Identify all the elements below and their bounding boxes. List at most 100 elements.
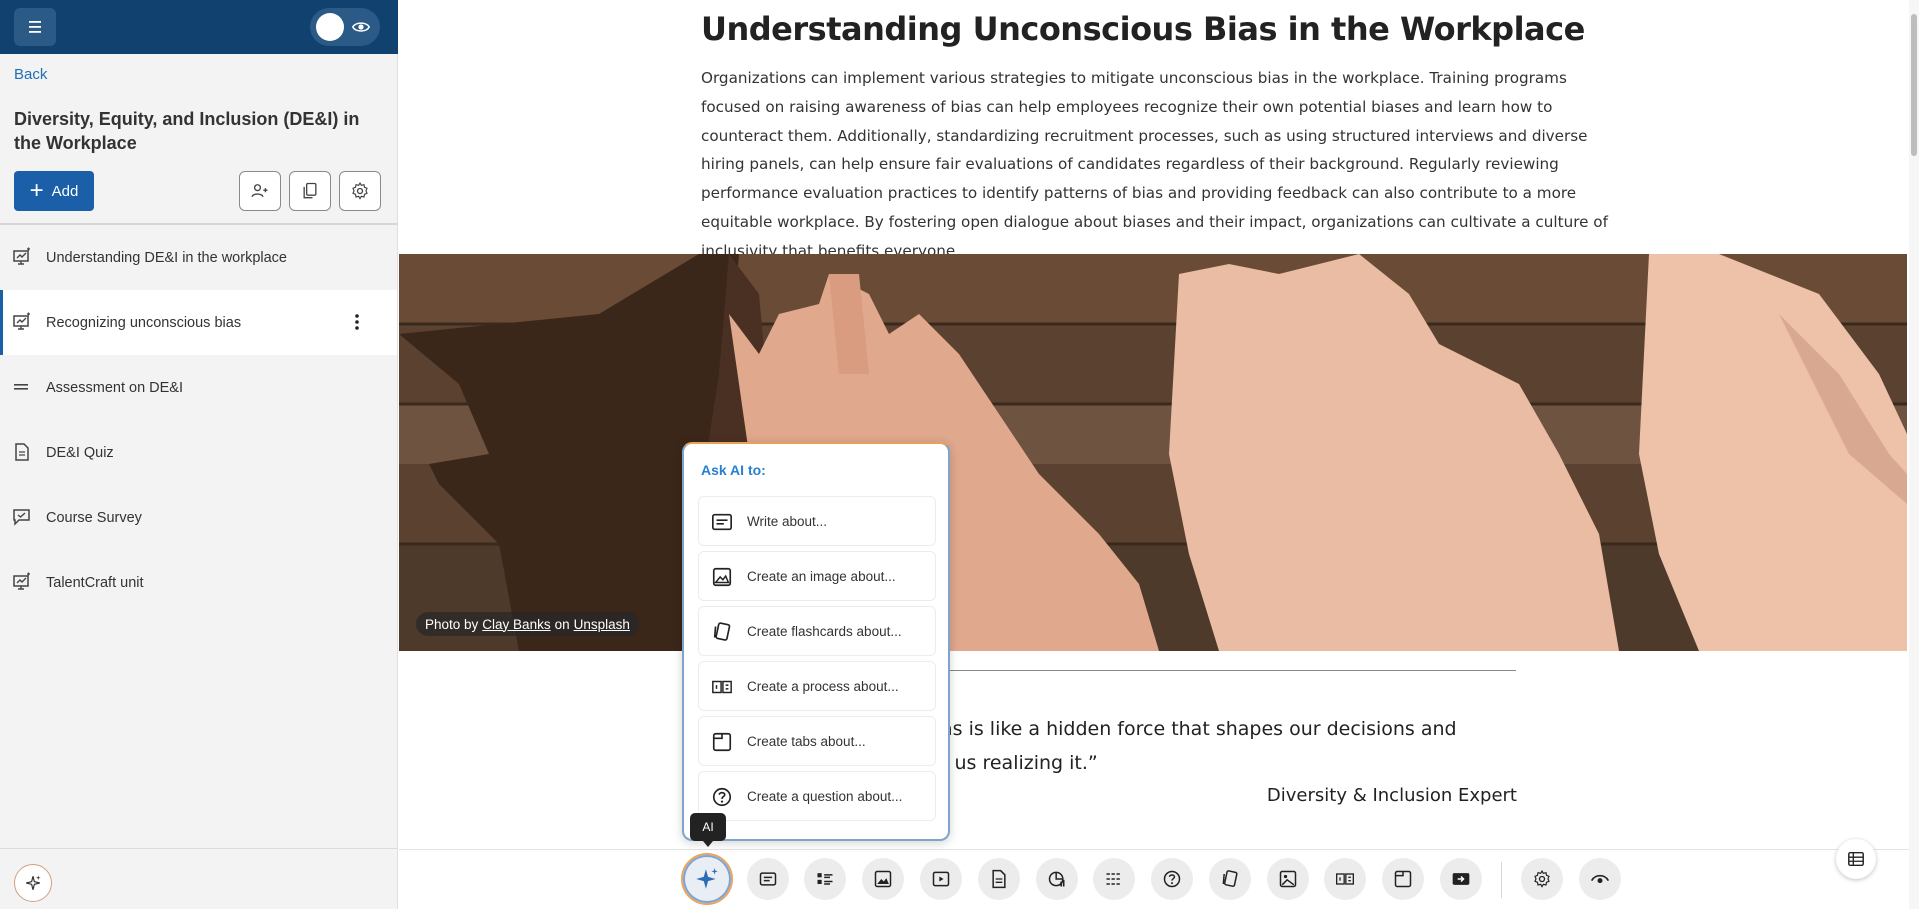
process-icon <box>1336 873 1354 885</box>
ai-option-image[interactable]: Create an image about... <box>698 551 936 601</box>
body-paragraph[interactable]: Organizations can implement various stra… <box>701 64 1611 266</box>
block-settings-button[interactable] <box>1521 858 1563 900</box>
list-icon <box>1848 851 1864 867</box>
sidebar-item-label: Assessment on DE&I <box>46 379 183 396</box>
survey-icon <box>13 509 30 526</box>
text-icon <box>712 513 732 531</box>
assessment-icon <box>14 384 28 390</box>
eye-icon <box>352 22 370 32</box>
process-block-button[interactable] <box>1324 858 1366 900</box>
video-block-button[interactable] <box>920 858 962 900</box>
question-icon <box>1163 870 1181 888</box>
collaborators-button[interactable] <box>239 171 281 211</box>
copy-button[interactable] <box>289 171 331 211</box>
plus-icon: + <box>29 177 44 204</box>
copy-icon <box>303 182 317 199</box>
preview-toggle[interactable] <box>310 8 380 46</box>
image-block-button[interactable] <box>862 858 904 900</box>
back-link[interactable]: Back <box>14 66 47 83</box>
chart-icon <box>1048 871 1065 887</box>
text-block-button[interactable] <box>747 858 789 900</box>
toggle-knob <box>316 13 344 41</box>
users-icon <box>251 184 268 198</box>
document-icon <box>15 443 29 461</box>
hamburger-icon <box>29 21 41 33</box>
presentation-icon <box>13 312 30 330</box>
ask-ai-title: Ask AI to: <box>701 462 766 478</box>
chart-block-button[interactable] <box>1036 858 1078 900</box>
divider-icon <box>1106 873 1122 885</box>
ai-block-button[interactable] <box>681 853 733 905</box>
ai-assistant-button[interactable] <box>14 864 52 902</box>
flashcards-icon <box>713 622 731 641</box>
sidebar-item-survey[interactable]: Course Survey <box>0 485 397 550</box>
ai-option-label: Create a question about... <box>747 788 903 804</box>
credit-site-link[interactable]: Unsplash <box>574 617 630 632</box>
add-button[interactable]: + Add <box>14 171 94 211</box>
document-block-button[interactable] <box>978 858 1020 900</box>
sidebar-item-recognizing-bias[interactable]: Recognizing unconscious bias <box>0 290 397 355</box>
image-icon <box>712 567 732 587</box>
preview-button[interactable] <box>1579 858 1621 900</box>
flashcards-block-button[interactable] <box>1209 858 1251 900</box>
hero-image[interactable]: Photo by Clay Banks on Unsplash <box>399 254 1907 651</box>
ai-option-process[interactable]: Create a process about... <box>698 661 936 711</box>
settings-button[interactable] <box>339 171 381 211</box>
lesson-content: Understanding Unconscious Bias in the Wo… <box>399 0 1907 909</box>
quote-author[interactable]: Diversity & Inclusion Expert <box>1267 785 1517 806</box>
ai-option-question[interactable]: Create a question about... <box>698 771 936 821</box>
ai-option-label: Create an image about... <box>747 568 896 584</box>
sidebar-item-talentcraft[interactable]: TalentCraft unit <box>0 550 397 615</box>
list-block-button[interactable] <box>804 858 846 900</box>
credit-prefix: Photo by <box>425 616 479 632</box>
sidebar-bottom-divider <box>0 848 398 849</box>
presentation-icon <box>13 572 30 590</box>
toolbar-separator <box>1501 862 1502 898</box>
question-icon <box>712 787 732 807</box>
sidebar-item-label: TalentCraft unit <box>46 574 144 591</box>
sections-list-button[interactable] <box>1836 839 1876 879</box>
tabs-icon <box>1394 870 1412 888</box>
divider-block-button[interactable] <box>1093 858 1135 900</box>
course-title: Diversity, Equity, and Inclusion (DE&I) … <box>14 109 360 153</box>
sidebar-header <box>0 0 398 54</box>
tabs-block-button[interactable] <box>1382 858 1424 900</box>
scrollbar[interactable] <box>1909 0 1919 909</box>
sidebar-item-assessment[interactable]: Assessment on DE&I <box>0 355 397 420</box>
ai-tooltip-arrow <box>703 841 713 847</box>
ai-option-label: Create flashcards about... <box>747 623 902 639</box>
sparkle-icon <box>26 875 41 890</box>
credit-author-link[interactable]: Clay Banks <box>482 617 550 632</box>
gallery-block-button[interactable] <box>1267 858 1309 900</box>
sidebar-item-label: Course Survey <box>46 509 142 526</box>
image-icon <box>874 870 892 888</box>
menu-button[interactable] <box>14 8 56 46</box>
sidebar-item-label: Understanding DE&I in the workplace <box>46 249 287 266</box>
gear-icon <box>352 181 368 200</box>
embed-block-button[interactable] <box>1440 858 1482 900</box>
sidebar-item-label: Recognizing unconscious bias <box>46 314 242 331</box>
hands-photo <box>399 254 1907 651</box>
sidebar-item-quiz[interactable]: DE&I Quiz <box>0 420 397 485</box>
presentation-icon <box>13 247 30 265</box>
sidebar: Back Diversity, Equity, and Inclusion (D… <box>0 0 398 909</box>
question-block-button[interactable] <box>1151 858 1193 900</box>
photo-credit: Photo by Clay Banks on Unsplash <box>416 612 639 636</box>
gallery-icon <box>1279 870 1297 888</box>
scrollbar-thumb[interactable] <box>1911 14 1917 156</box>
ai-option-label: Write about... <box>747 513 828 529</box>
ai-option-write[interactable]: Write about... <box>698 496 936 546</box>
more-vertical-icon[interactable] <box>347 312 367 332</box>
ai-option-label: Create a process about... <box>747 678 899 694</box>
lesson-list: Understanding DE&I in the workplace Reco… <box>0 225 397 615</box>
eye-icon <box>1590 874 1610 884</box>
flashcards-icon <box>1222 870 1238 887</box>
sidebar-item-understanding-dei[interactable]: Understanding DE&I in the workplace <box>0 225 397 290</box>
list-icon <box>817 873 833 885</box>
ai-option-label: Create tabs about... <box>747 733 866 749</box>
ai-option-flashcards[interactable]: Create flashcards about... <box>698 606 936 656</box>
page-title[interactable]: Understanding Unconscious Bias in the Wo… <box>701 10 1585 48</box>
gear-icon <box>1534 869 1550 888</box>
block-toolbar <box>399 849 1909 909</box>
ai-option-tabs[interactable]: Create tabs about... <box>698 716 936 766</box>
